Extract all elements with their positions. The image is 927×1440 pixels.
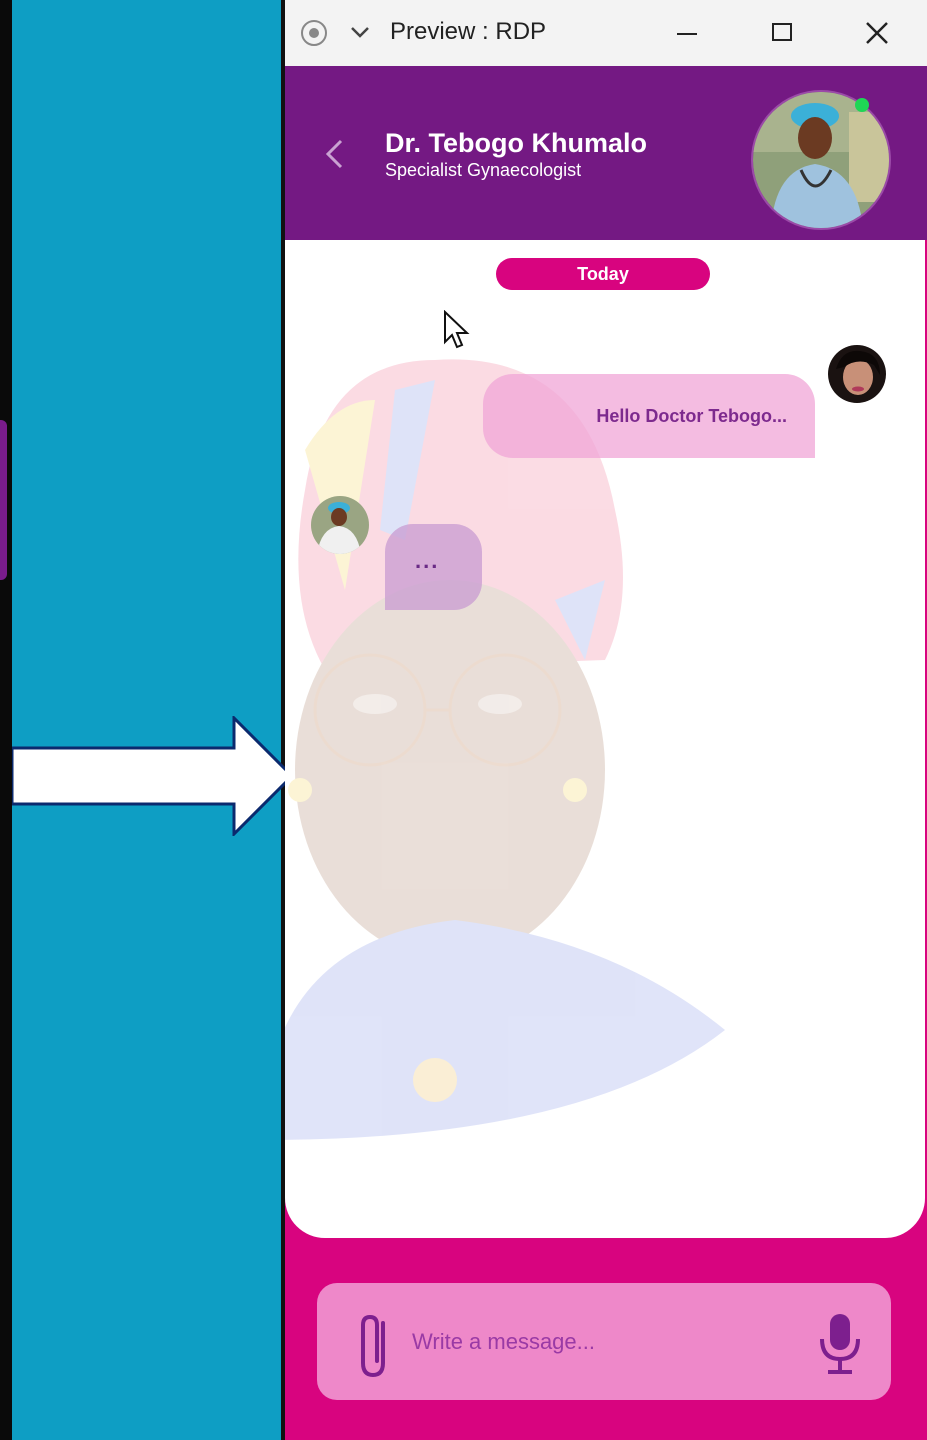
incoming-typing-bubble: ... bbox=[385, 524, 482, 610]
back-chevron-icon[interactable] bbox=[323, 138, 347, 170]
doctor-avatar-small[interactable] bbox=[311, 496, 369, 554]
record-icon[interactable] bbox=[301, 20, 327, 46]
window-title: Preview : RDP bbox=[390, 18, 547, 45]
outgoing-message-bubble[interactable]: Hello Doctor Tebogo... bbox=[483, 374, 815, 458]
minimize-icon[interactable] bbox=[677, 33, 697, 35]
typing-indicator: ... bbox=[415, 548, 440, 573]
message-input[interactable] bbox=[412, 1323, 772, 1361]
arrow-right-icon bbox=[12, 716, 294, 836]
online-status-dot bbox=[855, 98, 869, 112]
chat-area: Today Hello Doctor Tebogo... ... bbox=[285, 240, 925, 1238]
left-edge bbox=[0, 0, 12, 1440]
offscreen-window-sliver bbox=[0, 420, 7, 580]
close-icon[interactable] bbox=[864, 20, 890, 46]
user-avatar[interactable] bbox=[828, 345, 886, 403]
outgoing-message-text: Hello Doctor Tebogo... bbox=[596, 406, 787, 426]
chevron-down-icon[interactable] bbox=[349, 24, 371, 40]
background-illustration bbox=[285, 359, 725, 1140]
cursor-icon bbox=[444, 310, 470, 349]
date-separator: Today bbox=[496, 258, 710, 290]
microphone-icon[interactable] bbox=[815, 1311, 865, 1377]
doctor-avatar[interactable] bbox=[751, 90, 891, 230]
preview-window: Preview : RDP Dr. Tebogo Khumalo Special… bbox=[285, 0, 927, 1440]
chat-header: Dr. Tebogo Khumalo Specialist Gynaecolog… bbox=[285, 66, 927, 240]
message-composer bbox=[317, 1283, 891, 1400]
doctor-title: Specialist Gynaecologist bbox=[385, 160, 582, 180]
maximize-icon[interactable] bbox=[772, 23, 792, 41]
paperclip-icon[interactable] bbox=[351, 1311, 397, 1381]
title-bar: Preview : RDP bbox=[285, 0, 927, 67]
doctor-name: Dr. Tebogo Khumalo bbox=[385, 128, 647, 158]
